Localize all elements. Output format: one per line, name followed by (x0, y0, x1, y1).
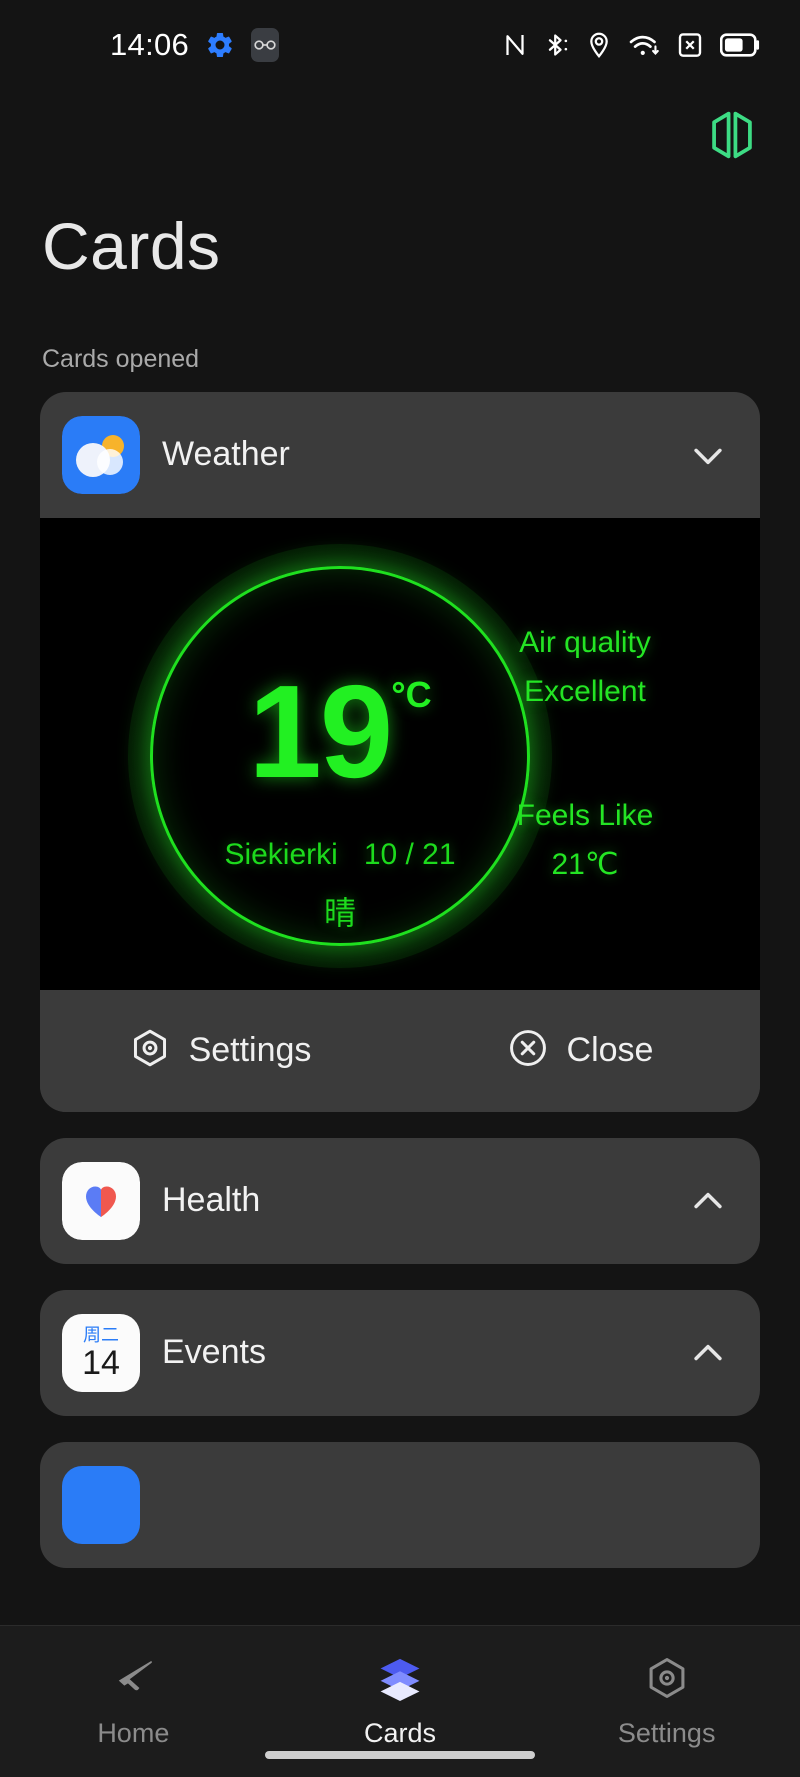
app-bar (0, 90, 800, 182)
chevron-down-icon[interactable] (686, 433, 730, 477)
air-quality-block: Air quality Excellent (519, 618, 651, 717)
weather-app-icon (62, 415, 140, 494)
gear-icon (205, 30, 235, 60)
feels-like-label: Feels Like (516, 798, 654, 832)
cards-stack-icon (375, 1655, 425, 1706)
close-circle-icon (507, 1027, 549, 1074)
nfc-icon (502, 30, 528, 60)
card-next-partial-header[interactable] (40, 1442, 760, 1568)
card-weather-actions: Settings Close (40, 989, 760, 1112)
close-button-label: Close (566, 1031, 654, 1070)
card-events-title: Events (162, 1333, 266, 1372)
settings-hexagon-icon (643, 1655, 691, 1706)
card-weather-header[interactable]: Weather (40, 392, 760, 518)
location-icon (586, 30, 612, 60)
gesture-bar[interactable] (265, 1751, 535, 1759)
nav-item-settings-label: Settings (617, 1717, 716, 1748)
card-health-header[interactable]: Health (40, 1138, 760, 1264)
chevron-up-icon[interactable] (686, 1331, 730, 1375)
settings-button[interactable]: Settings (40, 1027, 400, 1074)
phone-screen: 14:06 Cards Cards opened Weather 19 °C S… (0, 0, 800, 1777)
weather-range: 10 / 21 (363, 837, 456, 871)
card-events[interactable]: 周二 14 Events (40, 1289, 760, 1416)
air-quality-value: Excellent (524, 675, 646, 709)
status-bar-clock: 14:06 (110, 27, 190, 62)
card-health-title: Health (162, 1181, 261, 1220)
card-weather[interactable]: Weather 19 °C Siekierki 10 / 21 晴 Air qu… (40, 391, 760, 1112)
status-bar-left: 14:06 (110, 27, 280, 63)
battery-icon (720, 32, 760, 58)
home-arrow-icon (107, 1655, 159, 1706)
close-button[interactable]: Close (400, 1027, 760, 1074)
card-health[interactable]: Health (40, 1137, 760, 1264)
nav-item-cards[interactable]: Cards (267, 1655, 534, 1749)
status-bar-right (502, 30, 760, 60)
glasses-icon (251, 28, 280, 62)
card-weather-title: Weather (162, 435, 290, 474)
weather-location: Siekierki (224, 837, 338, 871)
wifi-icon (628, 30, 660, 60)
chevron-up-icon[interactable] (686, 1179, 730, 1223)
weather-widget[interactable]: 19 °C Siekierki 10 / 21 晴 Air quality Exc… (40, 517, 760, 990)
calendar-weekday: 周二 (83, 1324, 119, 1345)
feels-like-block: Feels Like 21℃ (517, 791, 654, 890)
calendar-day: 14 (82, 1343, 120, 1382)
temperature-value: 19 (248, 657, 393, 805)
card-next-partial[interactable] (40, 1441, 760, 1568)
settings-hexagon-icon (129, 1027, 171, 1074)
weather-info-panel: Air quality Excellent Feels Like 21℃ (460, 518, 710, 990)
status-bar: 14:06 (0, 0, 800, 90)
nav-item-home-label: Home (97, 1717, 170, 1748)
health-app-icon (62, 1161, 140, 1240)
air-quality-label: Air quality (519, 625, 651, 659)
nav-item-cards-label: Cards (363, 1717, 437, 1748)
cards-list[interactable]: Weather 19 °C Siekierki 10 / 21 晴 Air qu… (0, 391, 800, 1625)
app-icon-partial (62, 1465, 140, 1544)
card-events-header[interactable]: 周二 14 Events (40, 1290, 760, 1416)
feels-like-value: 21℃ (551, 848, 619, 882)
settings-button-label: Settings (188, 1031, 312, 1070)
calendar-app-icon: 周二 14 (62, 1313, 140, 1392)
nav-item-home[interactable]: Home (0, 1655, 267, 1749)
cards-logo-icon[interactable] (706, 106, 758, 169)
sim-off-icon (676, 30, 704, 60)
bluetooth-icon (544, 30, 570, 60)
page-title: Cards (42, 209, 221, 283)
temperature-unit: °C (391, 673, 432, 715)
section-label: Cards opened (42, 344, 200, 373)
nav-item-settings[interactable]: Settings (533, 1655, 800, 1749)
